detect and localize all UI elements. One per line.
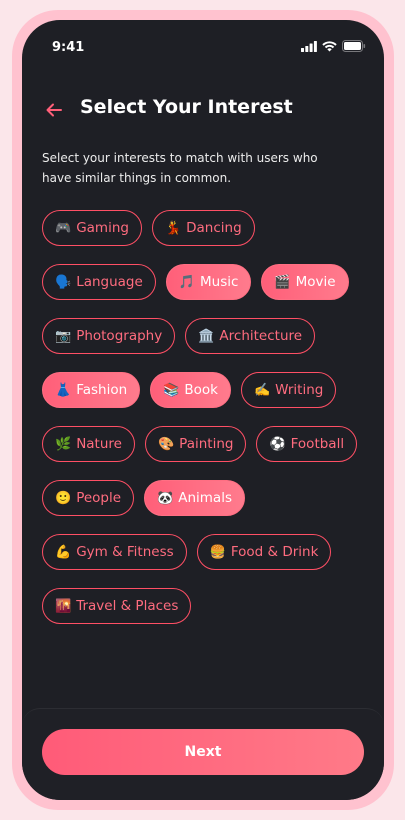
interest-chip-dancing[interactable]: 💃 Dancing	[151, 210, 255, 246]
interest-chip-label: Gaming	[76, 220, 129, 236]
header: Select Your Interest	[22, 95, 384, 125]
interest-chip-animals[interactable]: 🐼 Animals	[144, 480, 245, 516]
gaming-icon: 🎮	[55, 220, 72, 236]
music-icon: 🎵	[178, 274, 195, 290]
interest-chip-language[interactable]: 🗣️ Language	[42, 264, 156, 300]
interest-chip-football[interactable]: ⚽ Football	[256, 426, 358, 462]
interest-chip-label: Fashion	[76, 382, 128, 398]
interest-chip-book[interactable]: 📚 Book	[150, 372, 231, 408]
battery-icon	[342, 40, 366, 52]
wifi-icon	[322, 40, 337, 51]
interest-chip-people[interactable]: 🙂 People	[42, 480, 135, 516]
interest-chip-movie[interactable]: 🎬 Movie	[261, 264, 349, 300]
interest-chip-travel-and-places[interactable]: 🌇 Travel & Places	[42, 588, 192, 624]
writing-icon: ✍️	[253, 382, 271, 398]
interest-chip-label: Food & Drink	[230, 544, 319, 560]
gym-and-fitness-icon: 💪	[55, 544, 72, 560]
interest-chip-fashion[interactable]: 👗 Fashion	[42, 372, 141, 408]
nature-icon: 🌿	[55, 436, 72, 452]
architecture-icon: 🏛️	[198, 328, 215, 344]
photography-icon: 📷	[55, 328, 72, 344]
phone-frame: 9:41 Select Your Interest Select your in…	[12, 10, 394, 810]
interest-chip-label: Football	[290, 436, 345, 452]
interest-chip-label: People	[76, 490, 122, 506]
status-icons	[301, 40, 366, 52]
page-title: Select Your Interest	[80, 96, 293, 118]
chip-row: 🌿 Nature 🎨 Painting ⚽ Football	[42, 426, 372, 462]
interest-chip-music[interactable]: 🎵 Music	[165, 264, 252, 300]
interest-chip-architecture[interactable]: 🏛️ Architecture	[185, 318, 316, 354]
chip-row: 🌇 Travel & Places	[42, 588, 372, 624]
chip-row: 👗 Fashion 📚 Book ✍️ Writing	[42, 372, 372, 408]
interest-chip-label: Animals	[178, 490, 232, 506]
status-time: 9:41	[52, 40, 85, 55]
interest-chip-list: 🎮 Gaming 💃 Dancing 🗣️ Language 🎵 Music 🎬 Movie 📷 Ph…	[42, 210, 372, 642]
interest-chip-writing[interactable]: ✍️ Writing	[240, 372, 337, 408]
interest-chip-label: Nature	[76, 436, 122, 452]
signal-icon	[301, 40, 317, 52]
status-bar: 9:41	[22, 20, 384, 70]
interest-chip-label: Painting	[179, 436, 234, 452]
interest-chip-food-and-drink[interactable]: 🍔 Food & Drink	[196, 534, 332, 570]
interest-chip-label: Dancing	[186, 220, 242, 236]
chip-row: 📷 Photography 🏛️ Architecture	[42, 318, 372, 354]
football-icon: ⚽	[269, 436, 286, 452]
fashion-icon: 👗	[55, 382, 72, 398]
interest-chip-gym-and-fitness[interactable]: 💪 Gym & Fitness	[42, 534, 187, 570]
chip-row: 🗣️ Language 🎵 Music 🎬 Movie	[42, 264, 372, 300]
interest-chip-label: Travel & Places	[76, 598, 179, 614]
animals-icon: 🐼	[157, 490, 174, 506]
interest-chip-label: Music	[200, 274, 239, 290]
interest-chip-label: Photography	[76, 328, 163, 344]
painting-icon: 🎨	[157, 436, 175, 452]
interest-chip-label: Book	[184, 382, 218, 398]
chip-row: 💪 Gym & Fitness 🍔 Food & Drink	[42, 534, 372, 570]
next-button[interactable]: Next	[42, 729, 364, 775]
app-screen: 9:41 Select Your Interest Select your in…	[22, 20, 384, 800]
book-icon: 📚	[163, 382, 180, 398]
interest-chip-nature[interactable]: 🌿 Nature	[42, 426, 135, 462]
arrow-left-icon	[46, 103, 62, 117]
interest-chip-painting[interactable]: 🎨 Painting	[144, 426, 247, 462]
food-and-drink-icon: 🍔	[209, 544, 226, 560]
interest-chip-label: Language	[76, 274, 143, 290]
interest-chip-label: Writing	[275, 382, 324, 398]
interest-chip-photography[interactable]: 📷 Photography	[42, 318, 176, 354]
bottom-bar: Next	[22, 708, 384, 800]
back-button[interactable]	[44, 100, 64, 120]
interest-chip-label: Gym & Fitness	[76, 544, 174, 560]
chip-row: 🙂 People 🐼 Animals	[42, 480, 372, 516]
travel-and-places-icon: 🌇	[55, 598, 72, 614]
movie-icon: 🎬	[274, 274, 291, 290]
interest-chip-label: Architecture	[219, 328, 303, 344]
chip-row: 🎮 Gaming 💃 Dancing	[42, 210, 372, 246]
interest-chip-label: Movie	[295, 274, 336, 290]
interest-chip-gaming[interactable]: 🎮 Gaming	[42, 210, 142, 246]
language-icon: 🗣️	[55, 274, 72, 290]
page-description: Select your interests to match with user…	[42, 151, 318, 185]
dancing-icon: 💃	[164, 220, 182, 236]
people-icon: 🙂	[55, 490, 72, 506]
